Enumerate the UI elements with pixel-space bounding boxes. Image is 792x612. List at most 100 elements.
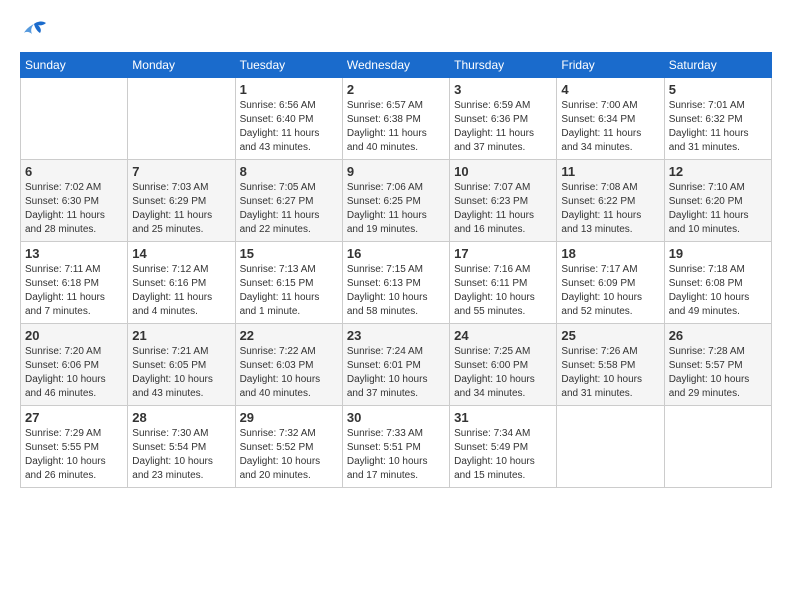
calendar-cell: 31 Sunrise: 7:34 AM Sunset: 5:49 PM Dayli…: [450, 406, 557, 488]
day-info: Sunrise: 7:06 AM Sunset: 6:25 PM Dayligh…: [347, 181, 445, 237]
day-info: Sunrise: 7:00 AM Sunset: 6:34 PM Dayligh…: [561, 99, 659, 155]
day-info: Sunrise: 7:29 AM Sunset: 5:55 PM Dayligh…: [25, 427, 123, 483]
calendar-cell: 30 Sunrise: 7:33 AM Sunset: 5:51 PM Dayli…: [342, 406, 449, 488]
day-number: 31: [454, 410, 552, 425]
calendar-cell: 19 Sunrise: 7:18 AM Sunset: 6:08 PM Dayli…: [664, 242, 771, 324]
day-number: 7: [132, 164, 230, 179]
day-info: Sunrise: 7:20 AM Sunset: 6:06 PM Dayligh…: [25, 345, 123, 401]
calendar-cell: 4 Sunrise: 7:00 AM Sunset: 6:34 PM Daylig…: [557, 78, 664, 160]
logo: [20, 20, 52, 42]
day-number: 5: [669, 82, 767, 97]
day-number: 10: [454, 164, 552, 179]
day-info: Sunrise: 7:17 AM Sunset: 6:09 PM Dayligh…: [561, 263, 659, 319]
calendar-day-header: Tuesday: [235, 53, 342, 78]
day-info: Sunrise: 7:25 AM Sunset: 6:00 PM Dayligh…: [454, 345, 552, 401]
calendar-cell: 20 Sunrise: 7:20 AM Sunset: 6:06 PM Dayli…: [21, 324, 128, 406]
day-number: 20: [25, 328, 123, 343]
calendar-cell: 5 Sunrise: 7:01 AM Sunset: 6:32 PM Daylig…: [664, 78, 771, 160]
calendar-cell: 21Sunrise: 7:21 AM Sunset: 6:05 PM Dayli…: [128, 324, 235, 406]
day-info: Sunrise: 7:05 AM Sunset: 6:27 PM Dayligh…: [240, 181, 338, 237]
calendar-day-header: Sunday: [21, 53, 128, 78]
day-info: Sunrise: 7:03 AM Sunset: 6:29 PM Dayligh…: [132, 181, 230, 237]
calendar-cell: 25 Sunrise: 7:26 AM Sunset: 5:58 PM Dayli…: [557, 324, 664, 406]
day-number: 12: [669, 164, 767, 179]
calendar-header-row: SundayMondayTuesdayWednesdayThursdayFrid…: [21, 53, 772, 78]
calendar-cell: [128, 78, 235, 160]
day-number: 4: [561, 82, 659, 97]
day-number: 18: [561, 246, 659, 261]
day-number: 8: [240, 164, 338, 179]
day-info: Sunrise: 7:16 AM Sunset: 6:11 PM Dayligh…: [454, 263, 552, 319]
calendar-day-header: Saturday: [664, 53, 771, 78]
day-number: 28: [132, 410, 230, 425]
day-info: Sunrise: 7:02 AM Sunset: 6:30 PM Dayligh…: [25, 181, 123, 237]
calendar-cell: 7 Sunrise: 7:03 AM Sunset: 6:29 PM Daylig…: [128, 160, 235, 242]
calendar-cell: 6 Sunrise: 7:02 AM Sunset: 6:30 PM Daylig…: [21, 160, 128, 242]
calendar-cell: 17 Sunrise: 7:16 AM Sunset: 6:11 PM Dayli…: [450, 242, 557, 324]
day-info: Sunrise: 7:34 AM Sunset: 5:49 PM Dayligh…: [454, 427, 552, 483]
day-number: 2: [347, 82, 445, 97]
day-info: Sunrise: 6:56 AM Sunset: 6:40 PM Dayligh…: [240, 99, 338, 155]
day-info: Sunrise: 6:57 AM Sunset: 6:38 PM Dayligh…: [347, 99, 445, 155]
day-info: Sunrise: 7:26 AM Sunset: 5:58 PM Dayligh…: [561, 345, 659, 401]
day-info: Sunrise: 7:33 AM Sunset: 5:51 PM Dayligh…: [347, 427, 445, 483]
calendar-cell: 27Sunrise: 7:29 AM Sunset: 5:55 PM Dayli…: [21, 406, 128, 488]
calendar-cell: 22 Sunrise: 7:22 AM Sunset: 6:03 PM Dayli…: [235, 324, 342, 406]
calendar-cell: 23Sunrise: 7:24 AM Sunset: 6:01 PM Dayli…: [342, 324, 449, 406]
calendar-cell: 28 Sunrise: 7:30 AM Sunset: 5:54 PM Dayli…: [128, 406, 235, 488]
calendar-cell: 26Sunrise: 7:28 AM Sunset: 5:57 PM Dayli…: [664, 324, 771, 406]
calendar-cell: 1 Sunrise: 6:56 AM Sunset: 6:40 PM Daylig…: [235, 78, 342, 160]
calendar-cell: 12 Sunrise: 7:10 AM Sunset: 6:20 PM Dayli…: [664, 160, 771, 242]
day-info: Sunrise: 7:11 AM Sunset: 6:18 PM Dayligh…: [25, 263, 123, 319]
day-number: 14: [132, 246, 230, 261]
day-number: 9: [347, 164, 445, 179]
day-info: Sunrise: 7:18 AM Sunset: 6:08 PM Dayligh…: [669, 263, 767, 319]
calendar-cell: 2 Sunrise: 6:57 AM Sunset: 6:38 PM Daylig…: [342, 78, 449, 160]
day-number: 25: [561, 328, 659, 343]
calendar-cell: 15Sunrise: 7:13 AM Sunset: 6:15 PM Dayli…: [235, 242, 342, 324]
day-number: 29: [240, 410, 338, 425]
day-info: Sunrise: 7:28 AM Sunset: 5:57 PM Dayligh…: [669, 345, 767, 401]
calendar-cell: 16 Sunrise: 7:15 AM Sunset: 6:13 PM Dayli…: [342, 242, 449, 324]
day-number: 24: [454, 328, 552, 343]
day-number: 6: [25, 164, 123, 179]
day-info: Sunrise: 7:12 AM Sunset: 6:16 PM Dayligh…: [132, 263, 230, 319]
day-number: 22: [240, 328, 338, 343]
calendar-week-row: 13 Sunrise: 7:11 AM Sunset: 6:18 PM Dayli…: [21, 242, 772, 324]
day-info: Sunrise: 7:30 AM Sunset: 5:54 PM Dayligh…: [132, 427, 230, 483]
day-number: 13: [25, 246, 123, 261]
day-number: 17: [454, 246, 552, 261]
day-number: 1: [240, 82, 338, 97]
day-number: 21: [132, 328, 230, 343]
calendar-week-row: 27Sunrise: 7:29 AM Sunset: 5:55 PM Dayli…: [21, 406, 772, 488]
calendar-cell: 10 Sunrise: 7:07 AM Sunset: 6:23 PM Dayli…: [450, 160, 557, 242]
calendar-cell: 3Sunrise: 6:59 AM Sunset: 6:36 PM Daylig…: [450, 78, 557, 160]
calendar-day-header: Monday: [128, 53, 235, 78]
calendar-cell: 24 Sunrise: 7:25 AM Sunset: 6:00 PM Dayli…: [450, 324, 557, 406]
day-info: Sunrise: 7:32 AM Sunset: 5:52 PM Dayligh…: [240, 427, 338, 483]
calendar-cell: 18 Sunrise: 7:17 AM Sunset: 6:09 PM Dayli…: [557, 242, 664, 324]
day-number: 23: [347, 328, 445, 343]
day-info: Sunrise: 7:10 AM Sunset: 6:20 PM Dayligh…: [669, 181, 767, 237]
calendar-week-row: 6 Sunrise: 7:02 AM Sunset: 6:30 PM Daylig…: [21, 160, 772, 242]
calendar-week-row: 20 Sunrise: 7:20 AM Sunset: 6:06 PM Dayli…: [21, 324, 772, 406]
day-number: 15: [240, 246, 338, 261]
day-info: Sunrise: 7:07 AM Sunset: 6:23 PM Dayligh…: [454, 181, 552, 237]
day-info: Sunrise: 7:22 AM Sunset: 6:03 PM Dayligh…: [240, 345, 338, 401]
day-number: 30: [347, 410, 445, 425]
calendar-cell: 9 Sunrise: 7:06 AM Sunset: 6:25 PM Daylig…: [342, 160, 449, 242]
calendar-day-header: Thursday: [450, 53, 557, 78]
calendar-day-header: Wednesday: [342, 53, 449, 78]
calendar-cell: 29 Sunrise: 7:32 AM Sunset: 5:52 PM Dayli…: [235, 406, 342, 488]
calendar-table: SundayMondayTuesdayWednesdayThursdayFrid…: [20, 52, 772, 488]
day-number: 3: [454, 82, 552, 97]
calendar-week-row: 1 Sunrise: 6:56 AM Sunset: 6:40 PM Daylig…: [21, 78, 772, 160]
day-info: Sunrise: 7:01 AM Sunset: 6:32 PM Dayligh…: [669, 99, 767, 155]
calendar-day-header: Friday: [557, 53, 664, 78]
day-number: 19: [669, 246, 767, 261]
calendar-cell: [664, 406, 771, 488]
calendar-cell: 14 Sunrise: 7:12 AM Sunset: 6:16 PM Dayli…: [128, 242, 235, 324]
calendar-cell: [21, 78, 128, 160]
day-info: Sunrise: 7:15 AM Sunset: 6:13 PM Dayligh…: [347, 263, 445, 319]
day-number: 16: [347, 246, 445, 261]
